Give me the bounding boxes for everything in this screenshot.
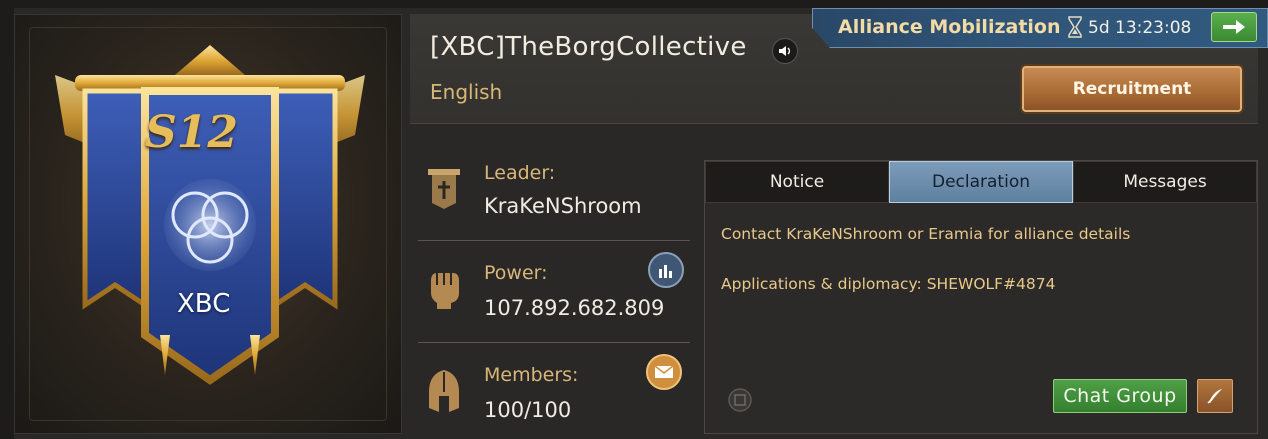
recruitment-button[interactable]: Recruitment xyxy=(1022,66,1242,112)
fist-icon xyxy=(424,266,464,312)
power-value: 107.892.682.809 xyxy=(484,296,665,320)
speaker-button[interactable] xyxy=(772,38,798,64)
speaker-icon xyxy=(779,46,791,56)
emblem-tag-label: XBC xyxy=(177,289,231,319)
mail-members-button[interactable] xyxy=(646,354,682,390)
emblem-season-label: S12 xyxy=(145,107,239,158)
alliance-banner-emblem xyxy=(55,45,365,385)
translate-icon xyxy=(728,388,752,412)
tab-notice[interactable]: Notice xyxy=(705,161,889,203)
declaration-line: Applications & diplomacy: SHEWOLF#4874 xyxy=(721,275,1056,293)
edit-declaration-button[interactable] xyxy=(1197,379,1233,413)
right-pennant xyxy=(272,88,338,310)
quill-icon xyxy=(1207,389,1222,404)
leader-banner-icon xyxy=(424,166,464,212)
power-label: Power: xyxy=(484,262,548,284)
helmet-icon xyxy=(424,368,464,414)
translate-button[interactable] xyxy=(727,387,753,413)
members-row: Members: 100/100 xyxy=(410,344,694,439)
power-stats-button[interactable] xyxy=(648,252,684,288)
left-frame xyxy=(0,8,14,439)
leader-label: Leader: xyxy=(484,162,556,184)
mobilization-title: Alliance Mobilization xyxy=(838,16,1061,38)
left-pennant xyxy=(82,88,148,310)
alliance-emblem-panel: S12 XBC xyxy=(14,14,402,434)
members-value: 100/100 xyxy=(484,398,572,422)
alliance-stats: Leader: KraKeNShroom Power: 107.892.682.… xyxy=(410,130,694,434)
alliance-language: English xyxy=(430,80,503,104)
chat-group-button[interactable]: Chat Group xyxy=(1053,379,1187,413)
tab-declaration[interactable]: Declaration xyxy=(889,161,1073,203)
hourglass-icon xyxy=(1068,16,1082,38)
mobilization-go-button[interactable] xyxy=(1211,12,1257,42)
members-label: Members: xyxy=(484,364,579,386)
top-frame xyxy=(0,0,1268,8)
power-row: Power: 107.892.682.809 xyxy=(410,242,694,342)
declaration-line: Contact KraKeNShroom or Eramia for allia… xyxy=(721,225,1131,243)
arrow-right-icon xyxy=(1223,20,1245,34)
knot-emblem xyxy=(164,179,256,271)
banner-crest xyxy=(175,45,245,75)
mail-icon xyxy=(654,365,674,378)
bar-chart-icon xyxy=(659,265,672,278)
stats-divider xyxy=(418,342,690,343)
info-tabs: Notice Declaration Messages xyxy=(705,161,1257,203)
stats-divider xyxy=(418,240,690,241)
alliance-info-panel: Notice Declaration Messages Contact KraK… xyxy=(704,160,1258,434)
leader-row: Leader: KraKeNShroom xyxy=(410,130,694,230)
alliance-name: [XBC]TheBorgCollective xyxy=(430,32,747,62)
mobilization-timer: 5d 13:23:08 xyxy=(1088,18,1192,38)
tab-messages[interactable]: Messages xyxy=(1073,161,1257,203)
leader-value: KraKeNShroom xyxy=(484,194,642,218)
